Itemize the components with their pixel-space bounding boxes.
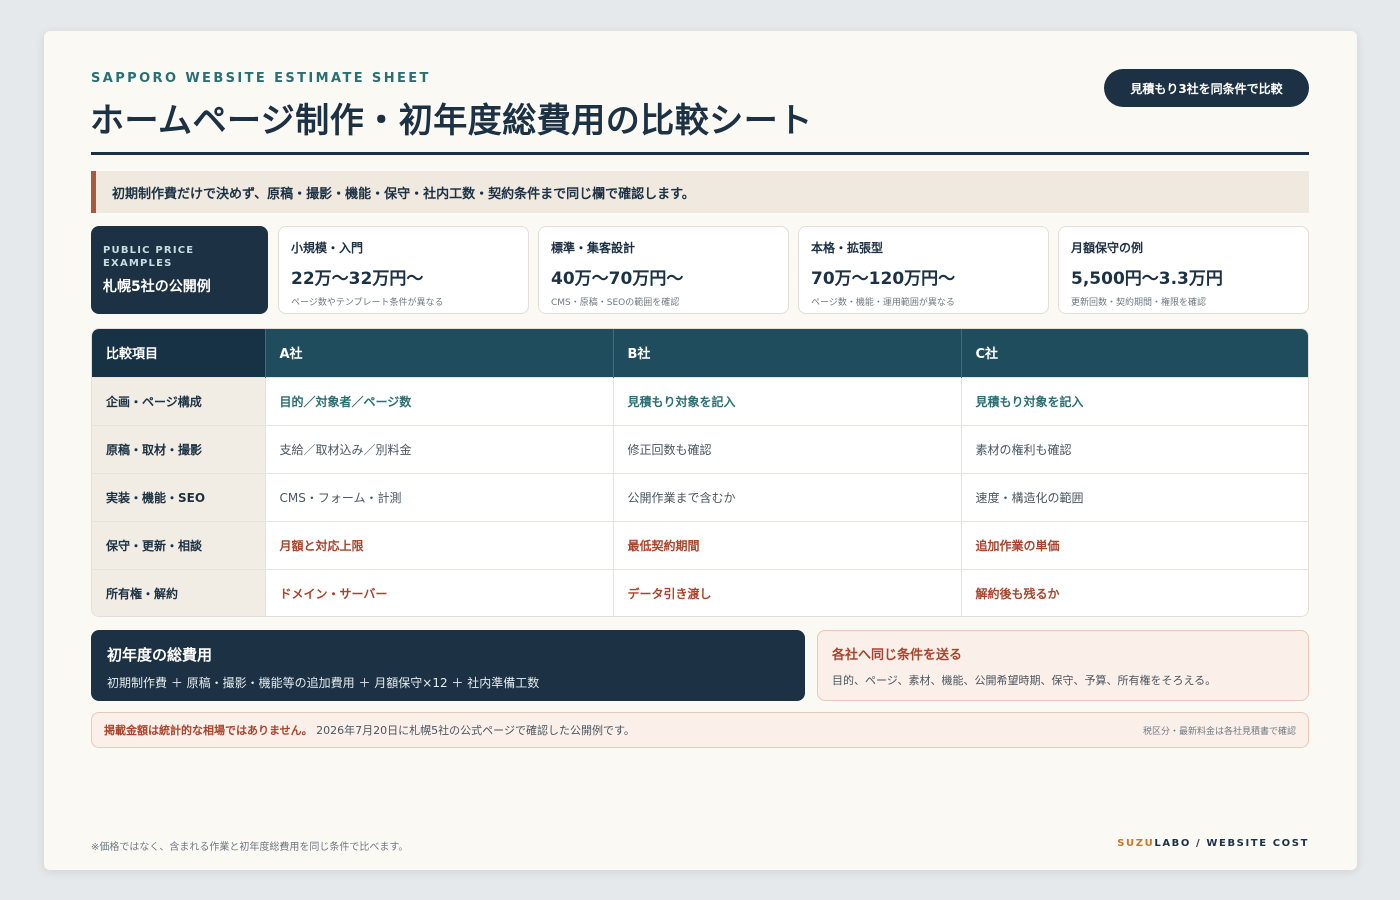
price-card-note: CMS・原稿・SEOの範囲を確認 bbox=[551, 298, 680, 308]
table-cell: 目的／対象者／ページ数 bbox=[264, 376, 613, 425]
disclaimer-bold: 掲載金額は統計的な相場ではありません。 bbox=[104, 724, 313, 737]
price-card-standard: 標準・集客設計 40万〜70万円〜 CMS・原稿・SEOの範囲を確認 bbox=[538, 226, 789, 314]
row-label: 所有権・解約 bbox=[92, 568, 265, 616]
row-label: 保守・更新・相談 bbox=[92, 520, 265, 569]
price-card-category: 標準・集客設計 bbox=[551, 241, 636, 255]
price-card-note: ページ数やテンプレート条件が異なる bbox=[291, 298, 444, 308]
disclaimer-right: 税区分・最新料金は各社見積書で確認 bbox=[1142, 726, 1296, 737]
table-cell: 解約後も残るか bbox=[960, 568, 1308, 616]
table-cell: 見積もり対象を記入 bbox=[612, 376, 961, 425]
table-cell: CMS・フォーム・計測 bbox=[264, 472, 613, 521]
table-cell: 月額と対応上限 bbox=[264, 520, 613, 569]
table-cell: 見積もり対象を記入 bbox=[960, 376, 1308, 425]
brand-credit: SUZULABO / WEBSITE COST bbox=[1117, 838, 1309, 849]
price-examples-label-jp: 札幌5社の公開例 bbox=[103, 279, 211, 295]
disclaimer-detail: 2026年7月20日に札幌5社の公式ページで確認した公開例です。 bbox=[316, 724, 635, 737]
price-card-amount: 40万〜70万円〜 bbox=[551, 269, 684, 289]
price-card-amount: 70万〜120万円〜 bbox=[811, 269, 956, 289]
estimate-sheet: SAPPORO WEBSITE ESTIMATE SHEET ホームページ制作・… bbox=[44, 31, 1357, 870]
price-examples-label: PUBLIC PRICE EXAMPLES 札幌5社の公開例 bbox=[91, 226, 268, 314]
table-cell: データ引き渡し bbox=[612, 568, 961, 616]
same-conditions-box: 各社へ同じ条件を送る 目的、ページ、素材、機能、公開希望時期、保守、予算、所有権… bbox=[817, 630, 1309, 701]
table-cell: 追加作業の単価 bbox=[960, 520, 1308, 569]
column-header-item: 比較項目 bbox=[92, 329, 265, 377]
send-body: 目的、ページ、素材、機能、公開希望時期、保守、予算、所有権をそろえる。 bbox=[832, 674, 1217, 687]
price-card-amount: 5,500円〜3.3万円 bbox=[1071, 269, 1223, 289]
title-divider bbox=[91, 152, 1309, 155]
table-header-row: 比較項目 A社 B社 C社 bbox=[92, 329, 1308, 377]
price-card-category: 小規模・入門 bbox=[291, 241, 364, 255]
column-header-company-b: B社 bbox=[612, 329, 961, 377]
page-title: ホームページ制作・初年度総費用の比較シート bbox=[90, 101, 813, 141]
table-cell: 修正回数も確認 bbox=[612, 424, 961, 473]
column-header-company-a: A社 bbox=[264, 329, 613, 377]
disclaimer-bar: 掲載金額は統計的な相場ではありません。 2026年7月20日に札幌5社の公式ペー… bbox=[91, 712, 1309, 748]
total-heading: 初年度の総費用 bbox=[107, 646, 213, 664]
price-card-category: 本格・拡張型 bbox=[811, 241, 884, 255]
column-header-company-c: C社 bbox=[960, 329, 1308, 377]
row-label: 原稿・取材・撮影 bbox=[92, 424, 265, 473]
brand-accent: SUZU bbox=[1117, 838, 1155, 849]
table-row: 保守・更新・相談 月額と対応上限 最低契約期間 追加作業の単価 bbox=[92, 520, 1308, 569]
price-card-full: 本格・拡張型 70万〜120万円〜 ページ数・機能・運用範囲が異なる bbox=[798, 226, 1049, 314]
table-cell: ドメイン・サーバー bbox=[264, 568, 613, 616]
disclaimer-text: 掲載金額は統計的な相場ではありません。 2026年7月20日に札幌5社の公式ペー… bbox=[104, 722, 635, 738]
notice-banner: 初期制作費だけで決めず、原稿・撮影・機能・保守・社内工数・契約条件まで同じ欄で確… bbox=[91, 171, 1309, 213]
price-examples-label-en: PUBLIC PRICE EXAMPLES bbox=[103, 245, 195, 269]
price-card-note: 更新回数・契約期間・権限を確認 bbox=[1071, 298, 1207, 308]
table-cell: 最低契約期間 bbox=[612, 520, 961, 569]
row-label: 企画・ページ構成 bbox=[92, 376, 265, 425]
price-card-small: 小規模・入門 22万〜32万円〜 ページ数やテンプレート条件が異なる bbox=[278, 226, 529, 314]
sheet-eyebrow: SAPPORO WEBSITE ESTIMATE SHEET bbox=[91, 71, 431, 86]
table-row: 実装・機能・SEO CMS・フォーム・計測 公開作業まで含むか 速度・構造化の範… bbox=[92, 472, 1308, 521]
table-row: 所有権・解約 ドメイン・サーバー データ引き渡し 解約後も残るか bbox=[92, 568, 1308, 616]
total-formula: 初期制作費 ＋ 原稿・撮影・機能等の追加費用 ＋ 月額保守×12 ＋ 社内準備工… bbox=[107, 676, 540, 690]
price-card-maintenance: 月額保守の例 5,500円〜3.3万円 更新回数・契約期間・権限を確認 bbox=[1058, 226, 1309, 314]
comparison-table: 比較項目 A社 B社 C社 企画・ページ構成 目的／対象者／ページ数 見積もり対… bbox=[91, 328, 1309, 617]
compare-badge: 見積もり3社を同条件で比較 bbox=[1104, 69, 1309, 107]
first-year-total-box: 初年度の総費用 初期制作費 ＋ 原稿・撮影・機能等の追加費用 ＋ 月額保守×12… bbox=[91, 630, 805, 701]
table-row: 企画・ページ構成 目的／対象者／ページ数 見積もり対象を記入 見積もり対象を記入 bbox=[92, 376, 1308, 425]
footer-note: ※価格ではなく、含まれる作業と初年度総費用を同じ条件で比べます。 bbox=[91, 842, 409, 853]
table-cell: 公開作業まで含むか bbox=[612, 472, 961, 521]
price-card-note: ページ数・機能・運用範囲が異なる bbox=[811, 298, 955, 308]
table-cell: 支給／取材込み／別料金 bbox=[264, 424, 613, 473]
price-card-category: 月額保守の例 bbox=[1071, 241, 1144, 255]
row-label: 実装・機能・SEO bbox=[92, 472, 265, 521]
send-heading: 各社へ同じ条件を送る bbox=[832, 648, 963, 663]
table-cell: 速度・構造化の範囲 bbox=[960, 472, 1308, 521]
table-cell: 素材の権利も確認 bbox=[960, 424, 1308, 473]
brand-rest: LABO / WEBSITE COST bbox=[1154, 838, 1309, 849]
table-row: 原稿・取材・撮影 支給／取材込み／別料金 修正回数も確認 素材の権利も確認 bbox=[92, 424, 1308, 473]
price-card-amount: 22万〜32万円〜 bbox=[291, 269, 424, 289]
